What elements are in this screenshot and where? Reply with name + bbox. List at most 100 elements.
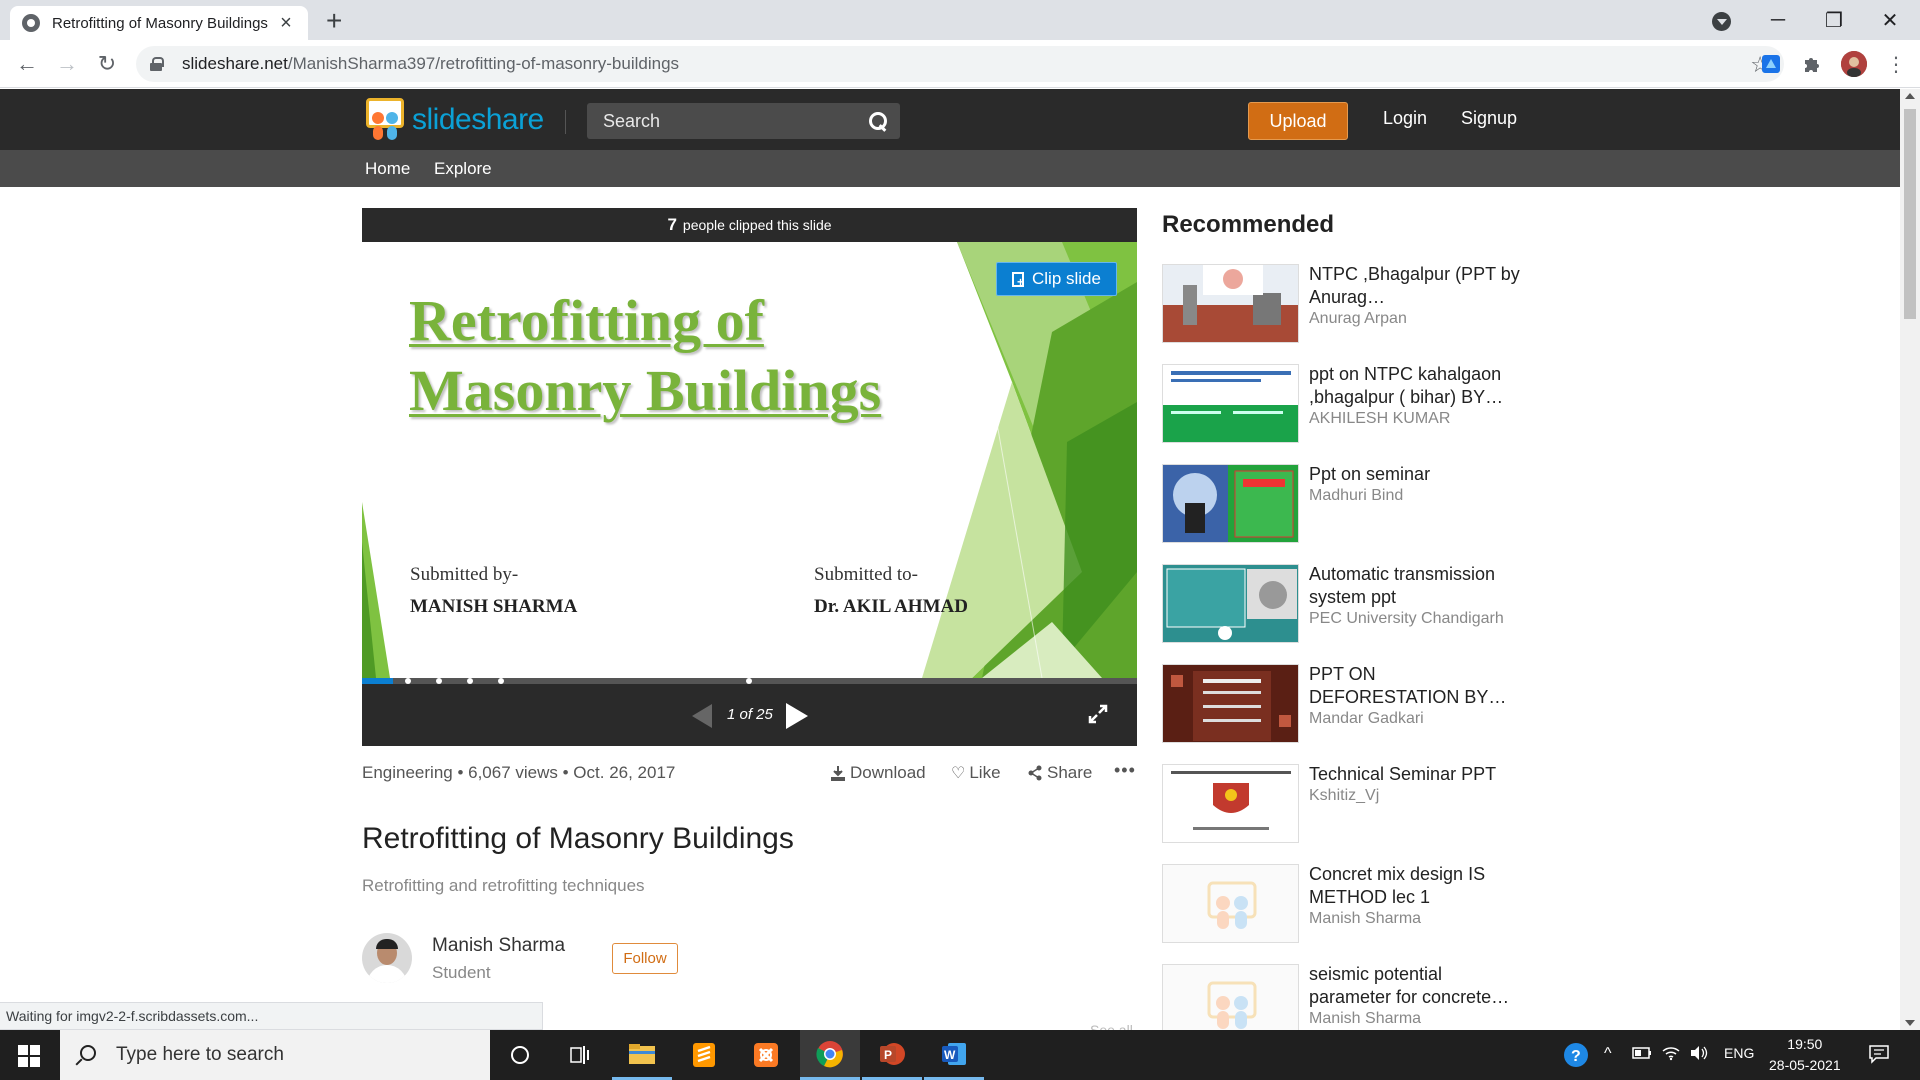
- address-bar[interactable]: slideshare.net/ManishSharma397/retrofitt…: [136, 46, 1784, 82]
- word-icon[interactable]: W: [924, 1030, 984, 1080]
- forward-arrow-icon[interactable]: →: [53, 50, 81, 78]
- profile-avatar[interactable]: [1841, 51, 1867, 77]
- recommended-thumbnail[interactable]: [1162, 964, 1299, 1030]
- browser-status-bar: Waiting for imgv2-2-f.scribdassets.com..…: [0, 1002, 543, 1030]
- slideshare-logo[interactable]: slideshare: [364, 98, 544, 142]
- sublime-text-icon[interactable]: [674, 1030, 734, 1080]
- recommended-title[interactable]: ppt on NTPC kahalgaon ,bhagalpur ( bihar…: [1309, 363, 1524, 409]
- xampp-icon[interactable]: [736, 1030, 796, 1080]
- recommended-thumbnail[interactable]: [1162, 264, 1299, 343]
- download-button[interactable]: Download: [830, 763, 926, 783]
- close-icon[interactable]: ×: [276, 12, 296, 35]
- recommended-thumbnail[interactable]: [1162, 764, 1299, 843]
- reload-icon[interactable]: ↻: [93, 50, 121, 78]
- next-slide-button[interactable]: [786, 703, 808, 729]
- recommended-item[interactable]: seismic potential parameter for concrete…: [1162, 964, 1522, 1030]
- recommended-title[interactable]: NTPC ,Bhagalpur (PPT by Anurag…: [1309, 263, 1524, 309]
- submitted-to-name: Dr. AKIL AHMAD: [814, 596, 968, 617]
- signup-link[interactable]: Signup: [1461, 108, 1517, 129]
- clip-icon: [1012, 271, 1024, 288]
- url-text[interactable]: slideshare.net/ManishSharma397/retrofitt…: [182, 54, 679, 74]
- taskbar-search-placeholder: Type here to search: [116, 1044, 284, 1065]
- recommended-item[interactable]: Ppt on seminar Madhuri Bind: [1162, 464, 1522, 544]
- lock-icon[interactable]: [150, 57, 164, 71]
- scroll-down-arrow-icon[interactable]: [1905, 1020, 1915, 1026]
- recommended-title[interactable]: Concret mix design IS METHOD lec 1: [1309, 863, 1524, 909]
- header-divider: [565, 110, 566, 134]
- nav-home[interactable]: Home: [365, 159, 410, 179]
- submitted-by-label: Submitted by-: [410, 564, 519, 585]
- scroll-up-arrow-icon[interactable]: [1905, 93, 1915, 99]
- windows-taskbar: Type here to search P W ? ^ ENG 19:50 28…: [0, 1030, 1920, 1080]
- recommended-title[interactable]: Technical Seminar PPT: [1309, 763, 1524, 786]
- recommended-item[interactable]: Concret mix design IS METHOD lec 1 Manis…: [1162, 864, 1522, 944]
- extension-icon[interactable]: [1759, 52, 1783, 76]
- recommended-thumbnail[interactable]: [1162, 564, 1299, 643]
- taskbar-clock[interactable]: 19:50 28-05-2021: [1769, 1034, 1841, 1076]
- cortana-icon[interactable]: [490, 1030, 550, 1080]
- restore-button[interactable]: ❐: [1806, 0, 1862, 40]
- notification-icon[interactable]: [1868, 1044, 1890, 1069]
- slide-title: Retrofitting of Masonry Buildings: [409, 288, 882, 423]
- windows-start-icon[interactable]: [18, 1045, 40, 1067]
- upload-button[interactable]: Upload: [1248, 102, 1348, 140]
- recommended-title[interactable]: PPT ON DEFORESTATION BY…: [1309, 663, 1524, 709]
- svg-text:W: W: [944, 1048, 956, 1062]
- file-explorer-icon[interactable]: [612, 1030, 672, 1080]
- page-scrollbar[interactable]: [1900, 89, 1920, 1030]
- recommended-item[interactable]: NTPC ,Bhagalpur (PPT by Anurag… Anurag A…: [1162, 264, 1522, 344]
- clip-slide-button[interactable]: Clip slide: [996, 262, 1117, 296]
- taskbar-search-input[interactable]: Type here to search: [60, 1030, 490, 1080]
- recommended-thumbnail[interactable]: [1162, 364, 1299, 443]
- close-window-button[interactable]: ✕: [1862, 0, 1918, 40]
- wifi-icon[interactable]: [1661, 1045, 1681, 1066]
- previous-slide-button[interactable]: [692, 704, 712, 728]
- chrome-icon[interactable]: [800, 1030, 860, 1080]
- scroll-thumb[interactable]: [1904, 109, 1916, 319]
- volume-icon[interactable]: [1689, 1045, 1709, 1066]
- nav-explore[interactable]: Explore: [434, 159, 492, 179]
- recommended-author: Manish Sharma: [1309, 910, 1422, 927]
- slide-viewer[interactable]: Retrofitting of Masonry Buildings Submit…: [362, 242, 1137, 678]
- like-button[interactable]: ♡ Like: [951, 763, 1001, 783]
- slideshare-logo-icon: [364, 98, 406, 142]
- submitted-to-label: Submitted to-: [814, 564, 918, 585]
- search-icon[interactable]: [868, 111, 888, 131]
- recommended-thumbnail[interactable]: [1162, 864, 1299, 943]
- language-indicator[interactable]: ENG: [1724, 1045, 1754, 1061]
- new-tab-button[interactable]: +: [326, 6, 342, 36]
- login-link[interactable]: Login: [1383, 108, 1427, 129]
- recommended-thumbnail[interactable]: [1162, 664, 1299, 743]
- recommended-item[interactable]: ppt on NTPC kahalgaon ,bhagalpur ( bihar…: [1162, 364, 1522, 444]
- fullscreen-icon[interactable]: [1088, 704, 1108, 724]
- search-input[interactable]: Search: [587, 103, 900, 139]
- more-options-button[interactable]: •••: [1114, 760, 1136, 781]
- minimize-button[interactable]: ─: [1750, 0, 1806, 40]
- recommended-thumbnail[interactable]: [1162, 464, 1299, 543]
- clip-count: 7: [667, 215, 677, 234]
- puzzle-icon[interactable]: [1800, 52, 1824, 76]
- task-view-icon[interactable]: [550, 1030, 610, 1080]
- chevron-up-icon[interactable]: ^: [1604, 1045, 1612, 1063]
- document-description: Retrofitting and retrofitting techniques: [362, 876, 645, 895]
- recommended-item[interactable]: Automatic transmission system ppt PEC Un…: [1162, 564, 1522, 644]
- recommended-title[interactable]: Ppt on seminar: [1309, 463, 1524, 486]
- powerpoint-icon[interactable]: P: [862, 1030, 922, 1080]
- browser-toolbar: ← → ↻ slideshare.net/ManishSharma397/ret…: [0, 40, 1920, 88]
- browser-tab[interactable]: Retrofitting of Masonry Buildings ×: [10, 6, 308, 40]
- share-button[interactable]: Share: [1027, 763, 1092, 783]
- battery-icon[interactable]: [1632, 1045, 1652, 1066]
- recommended-title[interactable]: Automatic transmission system ppt: [1309, 563, 1524, 609]
- author-avatar[interactable]: [362, 933, 412, 983]
- recommended-title[interactable]: seismic potential parameter for concrete…: [1309, 964, 1522, 1009]
- follow-button[interactable]: Follow: [612, 943, 678, 974]
- recommended-item[interactable]: Technical Seminar PPT Kshitiz_Vj: [1162, 764, 1522, 844]
- recommended-item[interactable]: PPT ON DEFORESTATION BY… Mandar Gadkari: [1162, 664, 1522, 744]
- kebab-menu-icon[interactable]: ⋮: [1884, 52, 1908, 76]
- tab-search-icon[interactable]: [1712, 12, 1731, 31]
- clip-count-text: people clipped this slide: [682, 217, 832, 233]
- back-arrow-icon[interactable]: ←: [13, 50, 41, 78]
- author-name[interactable]: Manish Sharma: [432, 935, 565, 957]
- recommended-author: Manish Sharma: [1309, 1010, 1422, 1027]
- help-icon[interactable]: ?: [1563, 1042, 1589, 1073]
